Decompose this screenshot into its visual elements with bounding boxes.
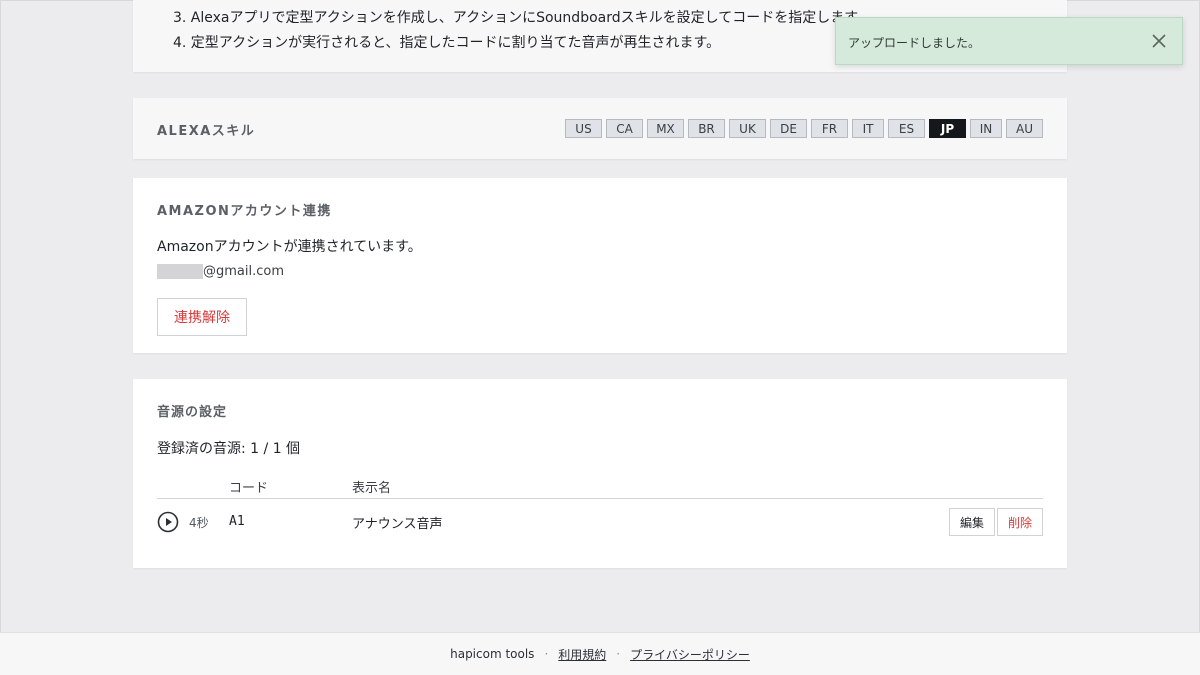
toast-message: アップロードしました。 — [848, 36, 981, 50]
edit-button[interactable]: 編集 — [949, 508, 995, 536]
footer-separator: · — [616, 647, 621, 661]
region-br[interactable]: BR — [688, 119, 725, 138]
column-display-name: 表示名 — [352, 481, 392, 496]
footer: hapicom tools · 利用規約 · プライバシーポリシー — [0, 632, 1200, 675]
region-de[interactable]: DE — [770, 119, 807, 138]
account-email: @gmail.com — [157, 264, 1043, 279]
email-domain: @gmail.com — [203, 264, 285, 279]
region-it[interactable]: IT — [852, 119, 884, 138]
sound-duration: 4秒 — [189, 516, 209, 530]
region-selector: US CA MX BR UK DE FR IT ES JP IN AU — [565, 119, 1043, 138]
region-fr[interactable]: FR — [811, 119, 848, 138]
region-au[interactable]: AU — [1006, 119, 1043, 138]
sound-settings-card: 音源の設定 登録済の音源: 1 / 1 個 コード 表示名 4秒 A1 アナウン… — [133, 379, 1067, 568]
table-row: 4秒 A1 アナウンス音声 編集 削除 — [157, 499, 1043, 545]
account-linked-message: Amazonアカウントが連携されています。 — [157, 239, 422, 255]
sound-settings-title: 音源の設定 — [157, 405, 228, 420]
region-jp[interactable]: JP — [929, 119, 966, 138]
region-in[interactable]: IN — [970, 119, 1002, 138]
close-icon[interactable] — [1150, 32, 1168, 50]
sound-code: A1 — [229, 514, 245, 529]
amazon-account-card: AMAZONアカウント連携 Amazonアカウントが連携されています。 @gma… — [133, 178, 1067, 353]
alexa-skill-card: ALEXAスキル US CA MX BR UK DE FR IT ES JP I… — [133, 98, 1067, 159]
region-us[interactable]: US — [565, 119, 602, 138]
email-redaction — [157, 264, 203, 279]
amazon-account-title: AMAZONアカウント連携 — [157, 204, 332, 219]
footer-brand: hapicom tools — [450, 647, 535, 661]
region-mx[interactable]: MX — [647, 119, 684, 138]
play-circle-icon[interactable] — [157, 511, 179, 533]
privacy-link[interactable]: プライバシーポリシー — [630, 646, 750, 663]
region-es[interactable]: ES — [888, 119, 925, 138]
column-code: コード — [229, 481, 269, 496]
footer-separator: · — [544, 647, 549, 661]
unlink-button[interactable]: 連携解除 — [157, 298, 247, 336]
region-uk[interactable]: UK — [729, 119, 766, 138]
upload-toast: アップロードしました。 — [835, 17, 1183, 65]
delete-button[interactable]: 削除 — [997, 508, 1043, 536]
region-ca[interactable]: CA — [606, 119, 643, 138]
sound-display-name: アナウンス音声 — [352, 517, 443, 532]
alexa-skill-title: ALEXAスキル — [157, 124, 256, 139]
registered-count: 登録済の音源: 1 / 1 個 — [157, 441, 301, 457]
sound-table-header: コード 表示名 — [157, 475, 1043, 499]
terms-link[interactable]: 利用規約 — [558, 646, 606, 663]
